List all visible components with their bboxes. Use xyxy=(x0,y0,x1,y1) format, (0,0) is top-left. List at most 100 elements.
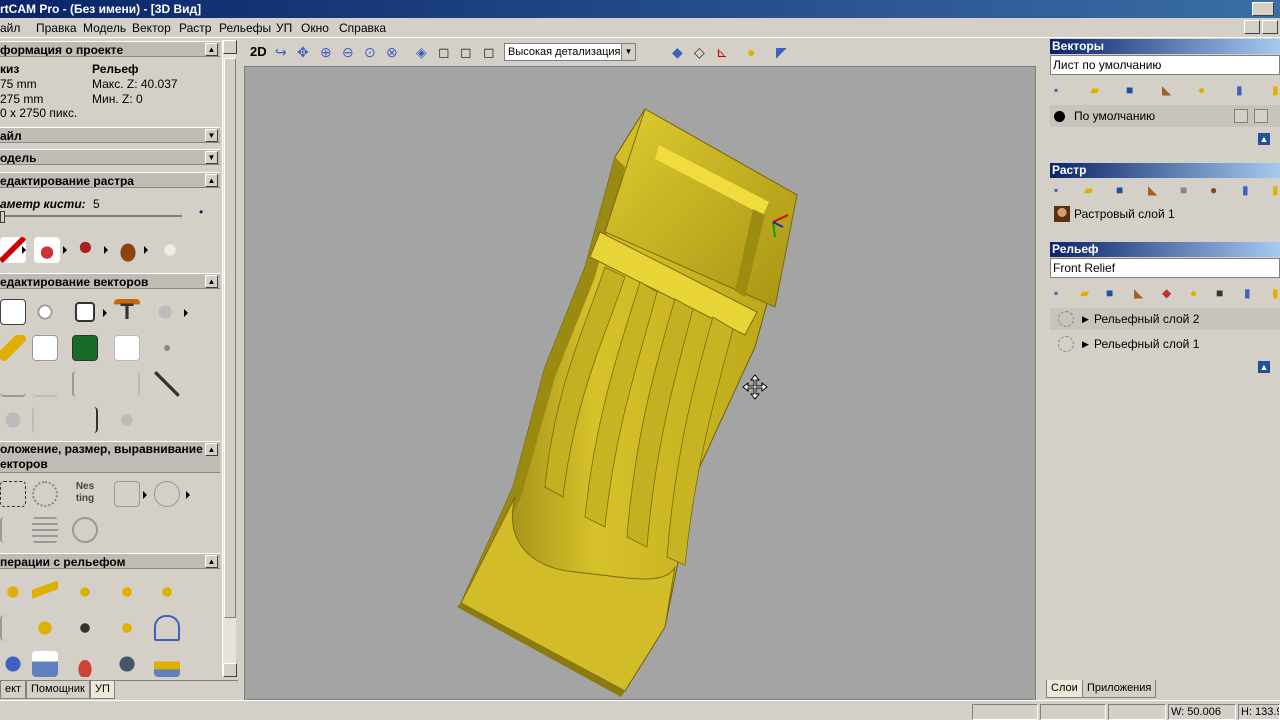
tab-apps[interactable]: Приложения xyxy=(1082,680,1157,698)
rotate-icon[interactable]: ↪ xyxy=(275,44,291,60)
collapse-arrow-icon[interactable]: ▲ xyxy=(205,555,218,568)
vector-offset-icon[interactable] xyxy=(152,299,178,325)
collapse-arrow-icon[interactable]: ▲ xyxy=(205,275,218,288)
collapse-arrow-icon[interactable]: ▲ xyxy=(205,443,218,456)
front-view-icon[interactable]: ◻ xyxy=(438,44,454,60)
cylinder-icon[interactable] xyxy=(0,407,26,433)
relief-layer-row-2[interactable]: ▶ Рельефный слой 2 xyxy=(1050,308,1280,330)
zoom-box-icon[interactable]: ⊗ xyxy=(386,44,402,60)
menu-vector[interactable]: Вектор xyxy=(132,21,171,35)
spin-icon[interactable] xyxy=(154,579,180,605)
top-view-icon[interactable]: ◻ xyxy=(483,44,499,60)
brush-slider-thumb[interactable] xyxy=(0,211,5,223)
dropdown-arrow-icon[interactable] xyxy=(104,246,108,254)
more-icon[interactable]: ▮ xyxy=(1272,83,1279,97)
zoom-in-icon[interactable]: ⊕ xyxy=(320,44,336,60)
transform-icon[interactable] xyxy=(32,299,58,325)
file-header[interactable]: айл ▼ xyxy=(0,127,220,143)
new-sheet-icon[interactable]: ▪ xyxy=(1054,83,1058,97)
raster-more-icon[interactable]: ▮ xyxy=(1272,183,1279,197)
zoom-fit-icon[interactable]: ⊙ xyxy=(364,44,380,60)
menu-window[interactable]: Окно xyxy=(301,21,329,35)
vector-edit-header[interactable]: едактирование векторов ▲ xyxy=(0,273,220,289)
add-node-icon[interactable] xyxy=(32,335,58,361)
wireframe-icon[interactable]: ◇ xyxy=(694,44,710,60)
relief-image-icon[interactable]: ■ xyxy=(1216,286,1223,300)
expand-arrow-icon[interactable]: ▼ xyxy=(205,129,218,142)
relief-delete-icon[interactable]: ▮ xyxy=(1244,286,1251,300)
palette-icon[interactable] xyxy=(115,237,141,263)
tab-layers[interactable]: Слои xyxy=(1046,680,1083,698)
detail-level-select[interactable]: Высокая детализация ▼ xyxy=(504,43,636,61)
vectors-sheet-select[interactable]: Лист по умолчанию xyxy=(1050,55,1280,75)
relief-more-icon[interactable]: ▮ xyxy=(1272,286,1279,300)
lightbulb-icon[interactable]: ● xyxy=(1198,83,1205,97)
lines-icon[interactable] xyxy=(32,517,58,543)
weave-icon[interactable] xyxy=(32,615,58,641)
relief-move-up-icon[interactable]: ▲ xyxy=(1258,361,1270,373)
model-header[interactable]: одель ▼ xyxy=(0,149,220,165)
collapse-arrow-icon[interactable]: ▲ xyxy=(205,174,218,187)
add-relief-icon[interactable] xyxy=(114,615,140,641)
dropdown-arrow-icon[interactable] xyxy=(103,309,107,317)
extrude-icon[interactable] xyxy=(32,579,58,605)
scroll-down-button[interactable] xyxy=(223,663,237,677)
nesting-icon[interactable]: Nes ting xyxy=(72,481,98,507)
bitmap-to-vector-icon[interactable] xyxy=(72,335,98,361)
bracket-icon[interactable] xyxy=(0,517,26,543)
edit-icon[interactable] xyxy=(1254,109,1268,123)
pan-icon[interactable]: ✥ xyxy=(297,44,313,60)
menu-toolpath[interactable]: УП xyxy=(276,21,292,35)
minimize-button[interactable] xyxy=(1252,2,1274,16)
slash-icon[interactable] xyxy=(32,407,58,433)
shaded-icon[interactable]: ◆ xyxy=(672,44,688,60)
save-icon[interactable]: ■ xyxy=(1126,83,1133,97)
select-arrow-icon[interactable] xyxy=(0,299,26,325)
save-raster-icon[interactable]: ■ xyxy=(1116,183,1123,197)
tab-project[interactable]: ект xyxy=(0,681,27,699)
tab-assistant[interactable]: Помощник xyxy=(26,681,90,699)
new-relief-icon[interactable]: ▪ xyxy=(1054,286,1058,300)
lock-icon[interactable] xyxy=(1234,109,1248,123)
scroll-up-button[interactable] xyxy=(223,40,237,54)
project-info-header[interactable]: формация о проекте ▲ xyxy=(0,41,220,57)
relief-select[interactable]: Front Relief xyxy=(1050,258,1280,278)
node-edit-icon[interactable] xyxy=(0,335,26,361)
relief-cut-icon[interactable]: ◣ xyxy=(1134,286,1143,300)
curve-icon[interactable] xyxy=(0,371,26,397)
save-relief-icon[interactable]: ■ xyxy=(1106,286,1113,300)
doc-restore-button[interactable] xyxy=(1262,20,1278,34)
shape-icon[interactable] xyxy=(154,481,180,507)
nodes-grid-icon[interactable] xyxy=(154,335,180,361)
menu-reliefs[interactable]: Рельефы xyxy=(219,21,271,35)
expand-arrow-icon[interactable]: ▼ xyxy=(205,151,218,164)
texture-icon[interactable] xyxy=(114,651,140,677)
axes-icon[interactable]: ⊾ xyxy=(716,44,732,60)
menu-model[interactable]: Модель xyxy=(83,21,126,35)
sculpt-icon[interactable] xyxy=(72,651,98,677)
turn-icon[interactable] xyxy=(114,579,140,605)
dropdown-arrow-icon[interactable] xyxy=(22,246,26,254)
open-relief-icon[interactable]: ▰ xyxy=(1080,286,1089,300)
3d-viewport[interactable] xyxy=(244,66,1036,700)
dropdown-arrow-icon[interactable] xyxy=(63,246,67,254)
raster-layer-row[interactable]: Растровый слой 1 xyxy=(1050,203,1280,225)
cut-icon[interactable]: ◣ xyxy=(1162,83,1171,97)
menu-raster[interactable]: Растр xyxy=(179,21,211,35)
wave-icon[interactable] xyxy=(32,371,58,397)
settings-view-icon[interactable]: ◤ xyxy=(776,44,792,60)
delete-icon[interactable]: ▮ xyxy=(1236,83,1243,97)
angular-sweep-icon[interactable] xyxy=(154,615,180,641)
move-up-icon[interactable]: ▲ xyxy=(1258,133,1270,145)
mode-2d-button[interactable]: 2D xyxy=(250,44,267,59)
border-icon[interactable] xyxy=(114,335,140,361)
relief-light-icon[interactable]: ● xyxy=(1190,286,1197,300)
position-icon[interactable] xyxy=(0,481,26,507)
fillet-icon[interactable] xyxy=(72,371,98,397)
raster-cut-icon[interactable]: ◣ xyxy=(1148,183,1157,197)
text-tool-icon[interactable]: T xyxy=(114,299,140,325)
raster-edit-header[interactable]: едактирование растра ▲ xyxy=(0,172,220,188)
sweep-icon[interactable] xyxy=(72,579,98,605)
doc-minimize-button[interactable] xyxy=(1244,20,1260,34)
s-curve-icon[interactable] xyxy=(0,615,26,641)
